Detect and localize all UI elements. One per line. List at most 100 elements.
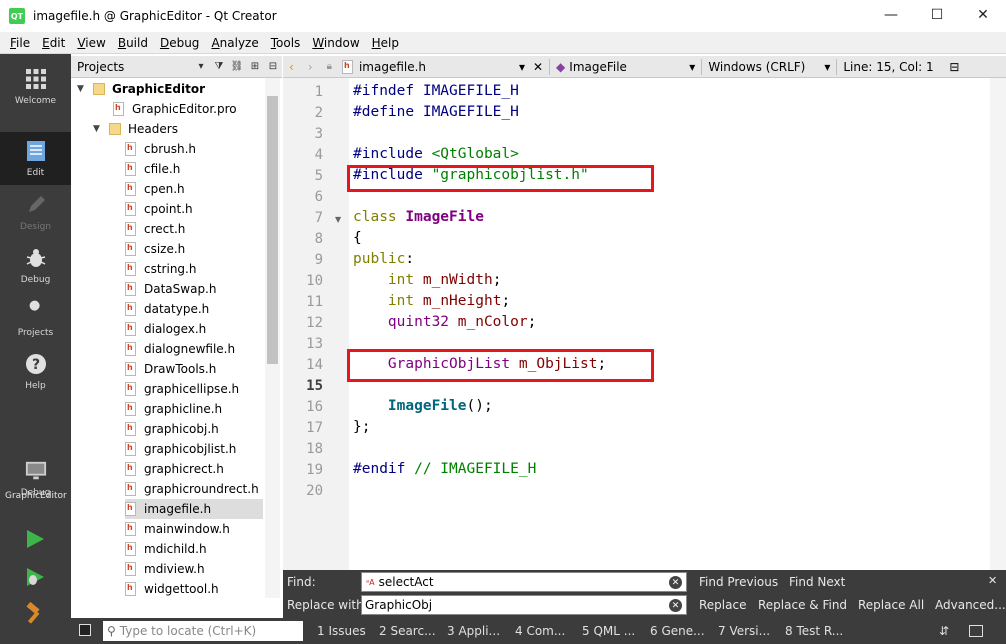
tree-file-item[interactable]: graphicobj.h — [125, 419, 219, 439]
mode-debug[interactable]: Debug — [0, 239, 71, 292]
tree-file-item[interactable]: csize.h — [125, 239, 185, 259]
tree-file-item[interactable]: cpoint.h — [125, 199, 193, 219]
line-number: 8 — [314, 231, 323, 247]
split-icon[interactable]: ⊞ — [246, 61, 264, 72]
maximize-button[interactable]: ☐ — [914, 0, 960, 30]
find-input[interactable]: ᵃA selectAct ✕ — [361, 572, 687, 592]
replace-input[interactable]: GraphicObj ✕ — [361, 595, 687, 615]
tree-file-item[interactable]: widgettool.h — [125, 579, 219, 598]
tree-root[interactable]: ▼ GraphicEditor — [77, 79, 205, 99]
menu-item[interactable]: Tools — [265, 36, 307, 50]
clear-replace-icon[interactable]: ✕ — [669, 599, 682, 612]
menu-item[interactable]: Debug — [154, 36, 205, 50]
tree-file-item[interactable]: cpen.h — [125, 179, 185, 199]
tree-file-item[interactable]: graphicrect.h — [125, 459, 224, 479]
close-panel-icon[interactable]: ⊟ — [264, 61, 282, 72]
menu-item[interactable]: Edit — [36, 36, 71, 50]
menu-item[interactable]: Window — [306, 36, 365, 50]
scrollbar-thumb[interactable] — [267, 96, 278, 364]
output-pane-tab[interactable]: 3 Appli... — [447, 624, 500, 638]
mode-projects[interactable]: Projects — [0, 292, 71, 345]
build-button[interactable] — [24, 601, 46, 624]
find-previous-button[interactable]: Find Previous — [699, 575, 778, 589]
tree-file-item[interactable]: DataSwap.h — [125, 279, 216, 299]
close-button[interactable]: ✕ — [960, 0, 1006, 30]
menu-item[interactable]: Analyze — [205, 36, 264, 50]
tree-file-item[interactable]: datatype.h — [125, 299, 209, 319]
tree-file-item[interactable]: dialognewfile.h — [125, 339, 235, 359]
symbol-selector[interactable]: ImageFile — [569, 60, 689, 74]
header-file-icon — [341, 59, 353, 74]
tree-file-item[interactable]: graphicellipse.h — [125, 379, 239, 399]
output-pane-tab[interactable]: 2 Searc... — [379, 624, 436, 638]
back-arrow-icon[interactable]: ‹ — [289, 60, 294, 74]
mode-welcome[interactable]: Welcome — [0, 60, 71, 113]
run-button[interactable] — [24, 528, 46, 550]
menu-item[interactable]: Help — [366, 36, 405, 50]
replace-button[interactable]: Replace — [699, 598, 746, 612]
forward-arrow-icon[interactable]: › — [308, 60, 313, 74]
locator-input[interactable]: ⚲ Type to locate (Ctrl+K) — [103, 621, 303, 641]
tree-headers[interactable]: ▼ Headers — [93, 119, 178, 139]
dropdown-icon[interactable]: ▾ — [519, 60, 525, 74]
output-pane-tab[interactable]: 8 Test R... — [785, 624, 843, 638]
chevron-down-icon[interactable]: ▼ — [77, 84, 87, 94]
tree-file-item[interactable]: imagefile.h — [125, 499, 263, 519]
menu-item[interactable]: Build — [112, 36, 154, 50]
editor-scrollbar[interactable] — [990, 78, 1006, 570]
output-pane-tab[interactable]: 4 Com... — [515, 624, 565, 638]
tree-file-item[interactable]: cfile.h — [125, 159, 180, 179]
link-icon[interactable]: ⛓ — [228, 61, 246, 72]
close-find-icon[interactable]: ✕ — [988, 574, 997, 587]
tree-file-item[interactable]: dialogex.h — [125, 319, 206, 339]
mode-design[interactable]: Design — [0, 186, 71, 239]
kit-selector[interactable]: Debug — [0, 452, 71, 505]
tree-pro-file[interactable]: GraphicEditor.pro — [113, 99, 237, 119]
tree-file-item[interactable]: graphicobjlist.h — [125, 439, 236, 459]
tree-file-item[interactable]: cbrush.h — [125, 139, 196, 159]
line-ending-selector[interactable]: Windows (CRLF) — [708, 60, 824, 74]
mode-label: Help — [25, 380, 46, 391]
cursor-position[interactable]: Line: 15, Col: 1 — [843, 60, 949, 74]
tree-file-item[interactable]: crect.h — [125, 219, 185, 239]
menu-item[interactable]: View — [71, 36, 111, 50]
tree-file-item[interactable]: mainwindow.h — [125, 519, 230, 539]
output-pane-tab[interactable]: 5 QML ... — [582, 624, 635, 638]
tree-file-item[interactable]: mdichild.h — [125, 539, 207, 559]
output-toggle-icon[interactable] — [969, 625, 983, 637]
advanced-button[interactable]: Advanced... — [935, 598, 1006, 612]
chevron-down-icon[interactable]: ▼ — [93, 124, 103, 134]
fold-arrow-icon[interactable]: ▼ — [335, 215, 341, 224]
open-file-selector[interactable]: imagefile.h — [359, 60, 519, 74]
tree-file-item[interactable]: DrawTools.h — [125, 359, 216, 379]
replace-all-button[interactable]: Replace All — [858, 598, 924, 612]
output-pane-tab[interactable]: 7 Versi... — [718, 624, 770, 638]
tree-scrollbar[interactable] — [265, 78, 280, 598]
tree-file-item[interactable]: mdiview.h — [125, 559, 205, 579]
tree-file-item[interactable]: graphicline.h — [125, 399, 222, 419]
dropdown-icon[interactable]: ▾ — [689, 60, 695, 74]
minimize-button[interactable]: — — [868, 0, 914, 30]
dropdown-icon[interactable]: ▾ — [192, 61, 210, 72]
code-editor[interactable]: #ifndef IMAGEFILE_H #define IMAGEFILE_H #i… — [347, 78, 990, 570]
arrows-icon[interactable]: ⇵ — [939, 624, 949, 638]
split-editor-icon[interactable]: ⊟ — [949, 60, 959, 74]
close-file-icon[interactable]: ✕ — [533, 60, 543, 74]
debug-run-button[interactable] — [24, 566, 46, 588]
projects-selector[interactable]: Projects — [77, 60, 192, 74]
replace-find-button[interactable]: Replace & Find — [758, 598, 847, 612]
mode-help[interactable]: ? Help — [0, 345, 71, 398]
tree-file-item[interactable]: cstring.h — [125, 259, 196, 279]
output-pane-tab[interactable]: 6 Gene... — [650, 624, 705, 638]
sidebar-toggle-icon[interactable] — [79, 624, 91, 636]
output-pane-tab[interactable]: 1 Issues — [317, 624, 366, 638]
filter-icon[interactable]: ⧩ — [210, 61, 228, 72]
clear-find-icon[interactable]: ✕ — [669, 576, 682, 589]
dropdown-icon[interactable]: ▾ — [824, 60, 830, 74]
mode-edit[interactable]: Edit — [0, 132, 71, 185]
menu-item[interactable]: File — [4, 36, 36, 50]
find-next-button[interactable]: Find Next — [789, 575, 845, 589]
tree-file-item[interactable]: graphicroundrect.h — [125, 479, 259, 499]
code-token: (); — [466, 398, 493, 414]
case-options-icon[interactable]: ᵃA — [366, 578, 375, 587]
